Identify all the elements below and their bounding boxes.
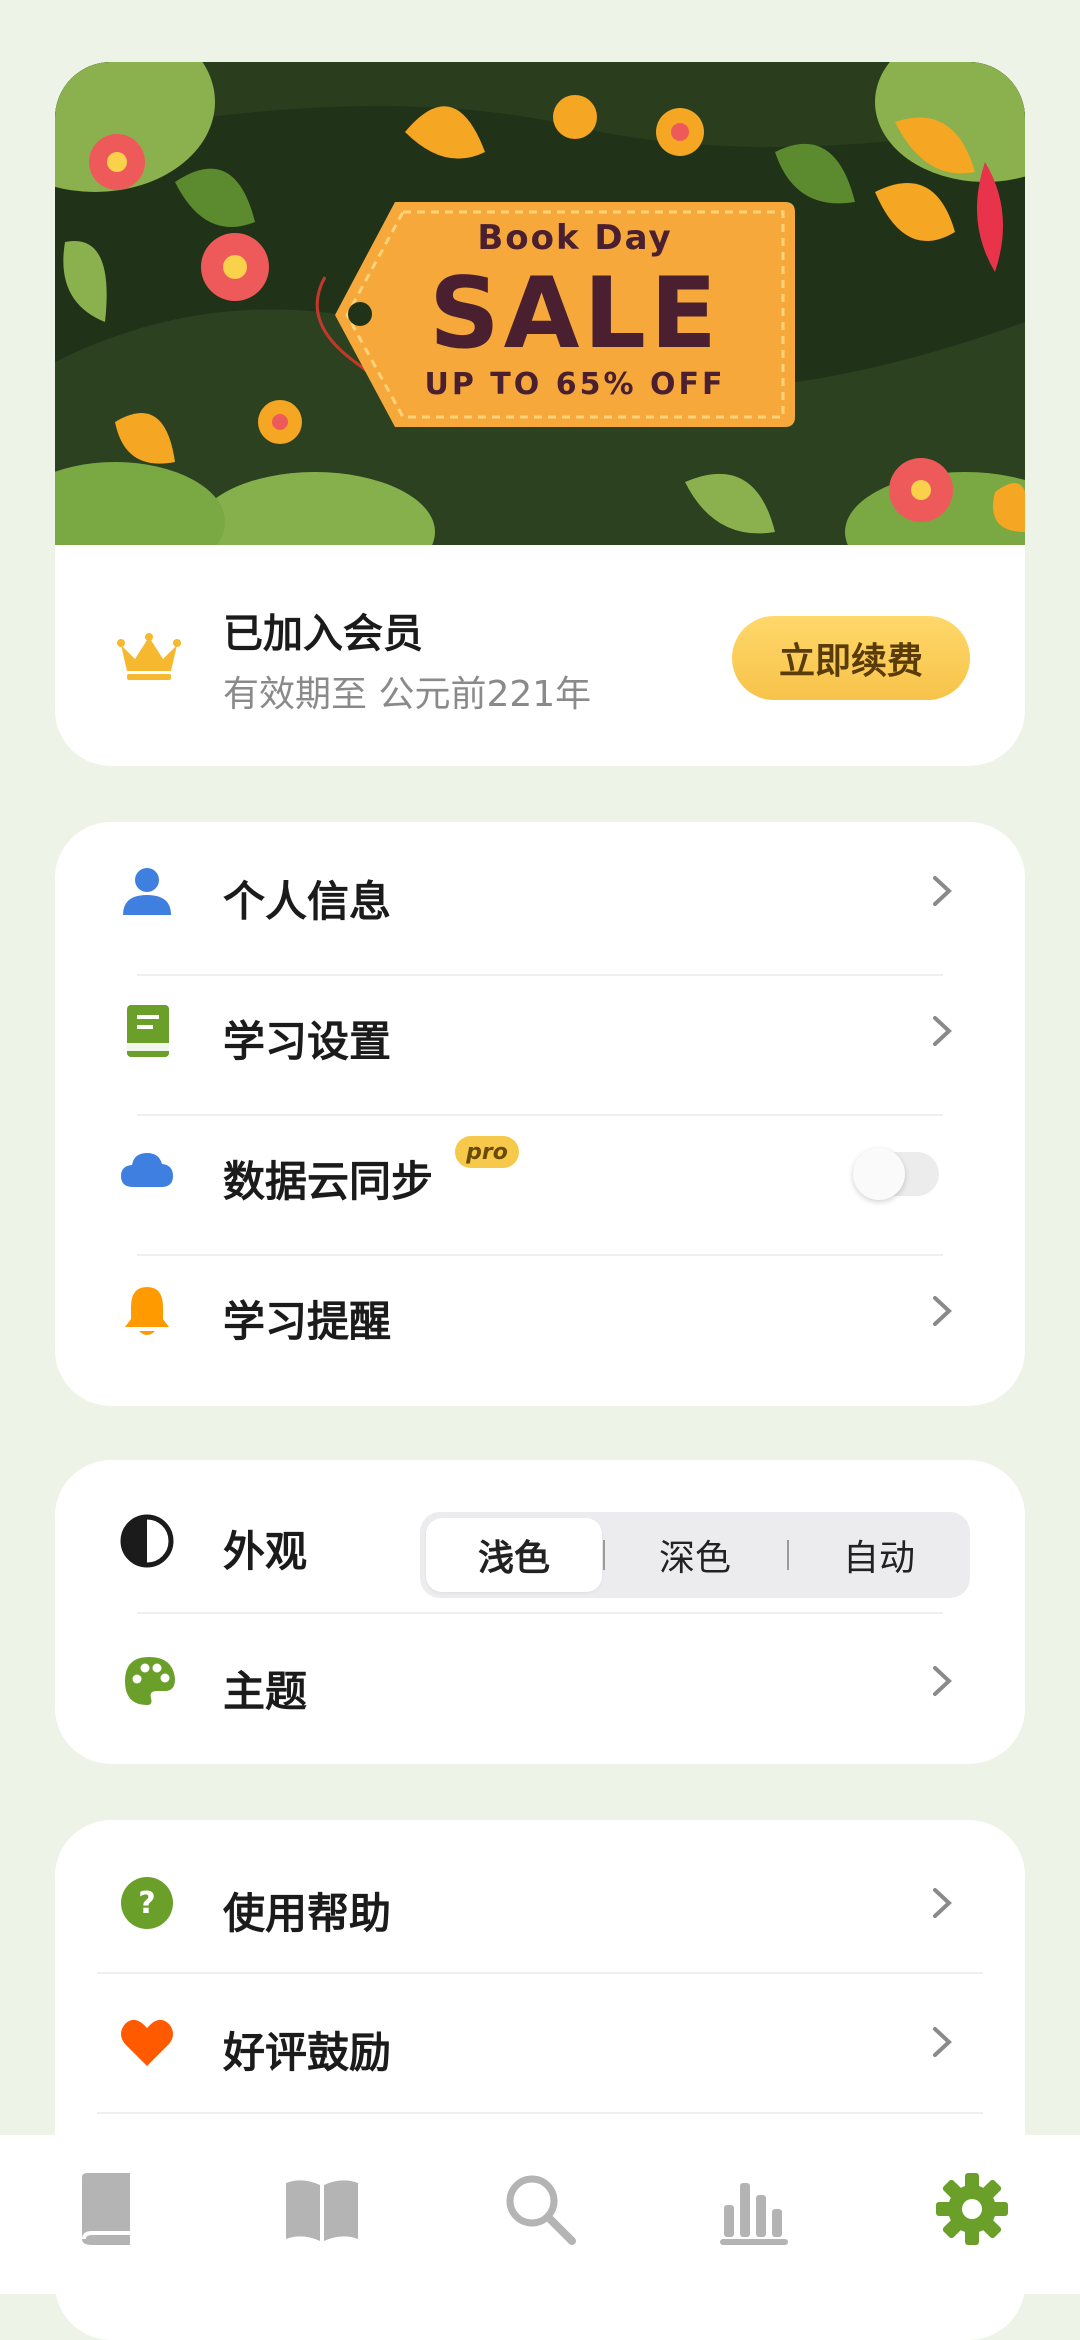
appearance-row: 外观 浅色 深色 自动 xyxy=(55,1472,1025,1611)
promo-banner-art: Book Day SALE UP TO 65% OFF xyxy=(55,62,1025,545)
search-icon[interactable] xyxy=(500,2169,580,2249)
appearance-label: 外观 xyxy=(223,1527,308,1576)
chevron-right-icon xyxy=(933,1888,952,1918)
cloud-sync-toggle[interactable] xyxy=(853,1148,939,1200)
promo-banner[interactable]: Book Day SALE UP TO 65% OFF xyxy=(55,62,1025,545)
book-icon[interactable] xyxy=(68,2169,148,2249)
crown-icon xyxy=(117,633,181,680)
person-icon xyxy=(123,868,171,915)
appearance-option-auto[interactable]: 自动 xyxy=(791,1518,967,1592)
appearance-card: 外观 浅色 深色 自动 主题 xyxy=(55,1460,1025,1764)
pro-badge: pro xyxy=(455,1136,519,1168)
chevron-right-icon xyxy=(933,876,952,906)
reminder-row[interactable]: 学习提醒 xyxy=(55,1242,1025,1381)
chevron-right-icon xyxy=(933,1016,952,1046)
bell-icon xyxy=(125,1287,169,1335)
chevron-right-icon xyxy=(933,2027,952,2057)
toggle-knob xyxy=(853,1148,905,1200)
theme-label: 主题 xyxy=(223,1667,308,1716)
study-settings-label: 学习设置 xyxy=(223,1017,392,1066)
membership-expiry: 有效期至 公元前221年 xyxy=(223,674,592,715)
notebook-icon xyxy=(127,1005,169,1057)
gear-icon[interactable] xyxy=(932,2169,1012,2249)
cloud-sync-label: 数据云同步 xyxy=(223,1157,434,1206)
appearance-segmented-control: 浅色 深色 自动 xyxy=(420,1512,970,1598)
rate-row[interactable]: 好评鼓励 xyxy=(55,1973,1025,2112)
cloud-icon xyxy=(121,1153,173,1187)
profile-row[interactable]: 个人信息 xyxy=(55,822,1025,961)
heart-icon xyxy=(121,2019,173,2066)
open-book-icon[interactable] xyxy=(282,2169,362,2249)
membership-card: Book Day SALE UP TO 65% OFF 已加入会员 有效期至 公… xyxy=(55,62,1025,766)
profile-label: 个人信息 xyxy=(223,877,392,926)
chevron-right-icon xyxy=(933,1296,952,1326)
question-icon: ? xyxy=(121,1877,173,1929)
palette-icon xyxy=(125,1657,175,1705)
bottom-tab-bar xyxy=(0,2135,1080,2294)
membership-row: 已加入会员 有效期至 公元前221年 立即续费 xyxy=(55,545,1025,766)
contrast-icon xyxy=(120,1514,174,1568)
theme-row[interactable]: 主题 xyxy=(55,1612,1025,1751)
segment-separator xyxy=(787,1540,789,1570)
banner-line2: SALE xyxy=(429,257,721,371)
help-label: 使用帮助 xyxy=(223,1889,392,1938)
banner-line1: Book Day xyxy=(477,218,672,258)
appearance-option-dark[interactable]: 深色 xyxy=(607,1518,783,1592)
svg-text:?: ? xyxy=(138,1886,155,1921)
help-row[interactable]: ? 使用帮助 xyxy=(55,1834,1025,1973)
segment-separator xyxy=(603,1540,605,1570)
cloud-sync-row: 数据云同步 pro xyxy=(55,1102,1025,1241)
rate-label: 好评鼓励 xyxy=(223,2028,392,2077)
appearance-option-light[interactable]: 浅色 xyxy=(426,1518,602,1592)
divider xyxy=(97,2112,983,2114)
reminder-label: 学习提醒 xyxy=(223,1297,392,1346)
chevron-right-icon xyxy=(933,1666,952,1696)
renew-button[interactable]: 立即续费 xyxy=(732,616,970,700)
banner-line3: UP TO 65% OFF xyxy=(425,367,726,402)
stats-icon[interactable] xyxy=(716,2169,796,2249)
study-settings-row[interactable]: 学习设置 xyxy=(55,962,1025,1101)
membership-title: 已加入会员 xyxy=(223,611,423,657)
settings-card: 个人信息 学习设置 数据云同步 pro 学习提醒 xyxy=(55,822,1025,1406)
